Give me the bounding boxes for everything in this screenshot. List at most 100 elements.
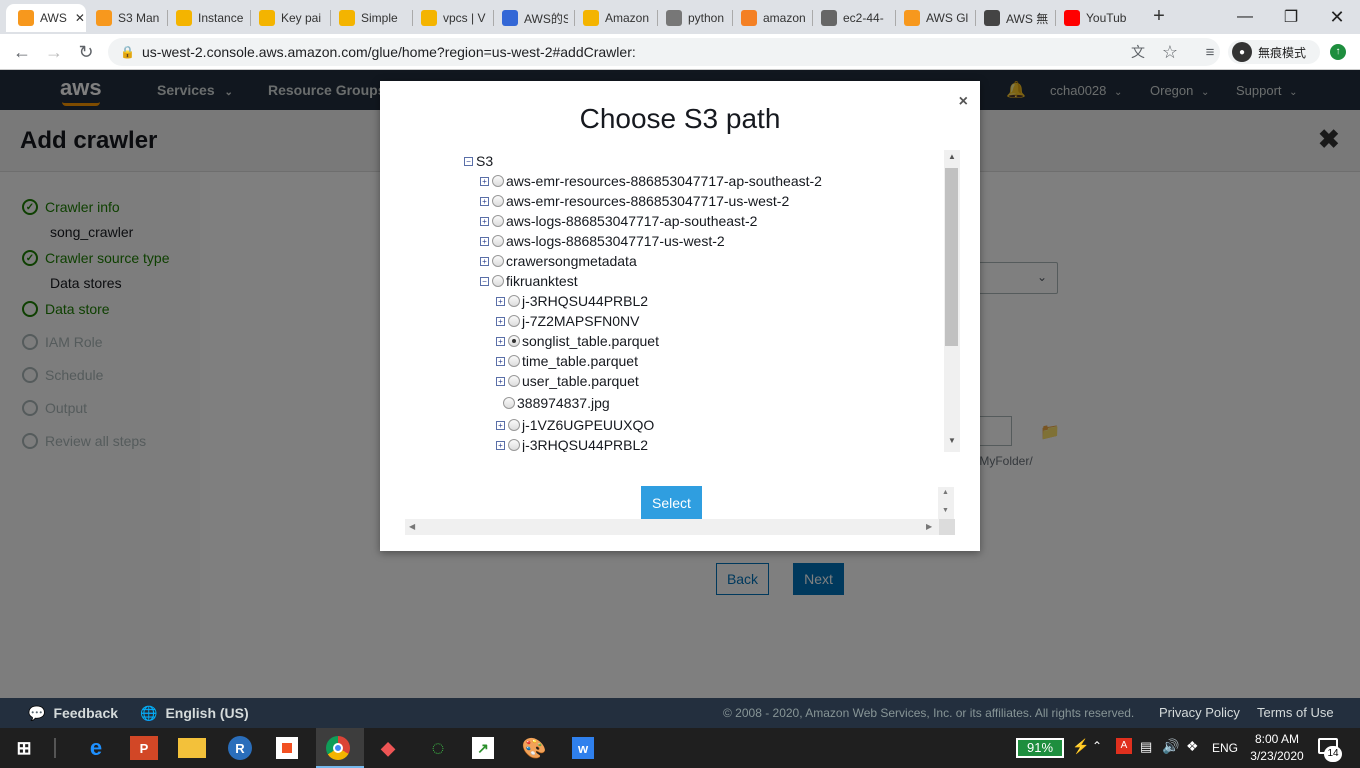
- tree-node-radio[interactable]: [492, 215, 504, 227]
- scroll-left-icon[interactable]: ◀: [409, 522, 415, 531]
- tree-node[interactable]: 388974837.jpg: [503, 395, 610, 411]
- collapse-icon[interactable]: −: [480, 276, 489, 286]
- browser-tab[interactable]: vpcs | V: [415, 4, 487, 32]
- tree-node-radio[interactable]: [492, 175, 504, 187]
- tree-node-radio[interactable]: [492, 255, 504, 267]
- scroll-down-icon[interactable]: ▼: [942, 507, 949, 514]
- browser-tab[interactable]: python: [660, 4, 726, 32]
- select-button[interactable]: Select: [641, 486, 702, 519]
- tree-node[interactable]: − fikruanktest: [480, 273, 578, 289]
- input-language[interactable]: ENG: [1212, 741, 1238, 755]
- tree-node[interactable]: + aws-logs-886853047717-us-west-2: [480, 233, 725, 249]
- tree-node[interactable]: + aws-emr-resources-886853047717-ap-south…: [480, 173, 822, 189]
- paint-icon[interactable]: 🎨: [520, 734, 548, 762]
- chrome-icon[interactable]: [326, 736, 350, 760]
- network-icon[interactable]: ▤: [1140, 739, 1152, 755]
- store-icon[interactable]: [276, 737, 298, 759]
- tree-node[interactable]: + j-3RHQSU44PRBL2: [496, 293, 648, 309]
- volume-icon[interactable]: 🔊: [1162, 738, 1179, 755]
- tree-scrollbar[interactable]: ▲ ▼: [944, 150, 960, 452]
- tree-node-radio[interactable]: [508, 335, 520, 347]
- close-icon[interactable]: ×: [959, 93, 968, 111]
- tree-node-radio[interactable]: [508, 439, 520, 451]
- browser-tab[interactable]: YouTub: [1058, 4, 1130, 32]
- back-icon[interactable]: ←: [10, 40, 34, 64]
- address-bar[interactable]: 🔒 us-west-2.console.aws.amazon.com/glue/…: [108, 38, 1220, 66]
- expand-icon[interactable]: +: [496, 440, 505, 450]
- browser-tab[interactable]: Amazon: [577, 4, 649, 32]
- browser-tab[interactable]: S3 Man: [90, 4, 162, 32]
- tree-node-label[interactable]: aws-logs-886853047717-us-west-2: [506, 233, 725, 249]
- browser-tab[interactable]: Key pai: [253, 4, 325, 32]
- windows-start-icon[interactable]: ⊞: [10, 734, 38, 762]
- expand-icon[interactable]: +: [496, 296, 505, 306]
- tree-node-label[interactable]: user_table.parquet: [522, 373, 639, 389]
- tree-node-radio[interactable]: [508, 419, 520, 431]
- expand-icon[interactable]: +: [480, 236, 489, 246]
- tree-node-label[interactable]: time_table.parquet: [522, 353, 638, 369]
- clock-date[interactable]: 3/23/2020: [1246, 749, 1308, 763]
- tree-node-radio[interactable]: [492, 195, 504, 207]
- browser-tab[interactable]: amazon: [735, 4, 807, 32]
- tree-node-radio[interactable]: [492, 235, 504, 247]
- tree-node-radio[interactable]: [508, 355, 520, 367]
- tree-node-label[interactable]: 388974837.jpg: [517, 395, 610, 411]
- forward-icon[interactable]: →: [42, 40, 66, 64]
- tree-node-label[interactable]: aws-logs-886853047717-ap-southeast-2: [506, 213, 757, 229]
- expand-icon[interactable]: +: [496, 420, 505, 430]
- acrobat-tray-icon[interactable]: A: [1116, 738, 1132, 754]
- chart-app-icon[interactable]: ↗: [472, 737, 494, 759]
- show-hidden-icons-chevron-up-icon[interactable]: ⌃: [1092, 739, 1102, 753]
- file-explorer-icon[interactable]: [178, 738, 206, 758]
- bookmark-star-icon[interactable]: ☆: [1158, 40, 1182, 64]
- tree-node[interactable]: + j-3RHQSU44PRBL2: [496, 437, 648, 452]
- tree-node-label[interactable]: j-3RHQSU44PRBL2: [522, 293, 648, 309]
- powerpoint-icon[interactable]: P: [130, 736, 158, 760]
- tree-node-label[interactable]: crawersongmetadata: [506, 253, 637, 269]
- minimize-button[interactable]: —: [1222, 0, 1268, 34]
- reload-icon[interactable]: ↻: [74, 40, 98, 64]
- privacy-policy-link[interactable]: Privacy Policy: [1159, 705, 1240, 720]
- battery-indicator[interactable]: 91%: [1016, 738, 1064, 758]
- dialog-scrollbar[interactable]: ▲ ▼: [938, 487, 954, 519]
- browser-tab[interactable]: ec2-44-: [815, 4, 889, 32]
- scroll-right-icon[interactable]: ▶: [926, 522, 932, 531]
- expand-icon[interactable]: +: [480, 216, 489, 226]
- tree-node-radio[interactable]: [508, 295, 520, 307]
- incognito-badge[interactable]: ● 無痕模式: [1228, 40, 1320, 64]
- clock-time[interactable]: 8:00 AM: [1250, 732, 1304, 746]
- dialog-horizontal-scrollbar[interactable]: ◀ ▶: [405, 519, 955, 535]
- dropbox-icon[interactable]: ❖: [1186, 738, 1199, 755]
- tree-node-label[interactable]: j-1VZ6UGPEUUXQO: [522, 417, 654, 433]
- tree-node-radio[interactable]: [508, 375, 520, 387]
- tree-node-radio[interactable]: [503, 397, 515, 409]
- tree-node-label[interactable]: songlist_table.parquet: [522, 333, 659, 349]
- tree-node[interactable]: + aws-emr-resources-886853047717-us-west-…: [480, 193, 789, 209]
- tree-node-label[interactable]: aws-emr-resources-886853047717-us-west-2: [506, 193, 789, 209]
- close-tab-icon[interactable]: ✕: [75, 11, 85, 25]
- scroll-down-icon[interactable]: ▼: [948, 436, 956, 445]
- expand-icon[interactable]: +: [496, 336, 505, 346]
- tree-node-radio[interactable]: [508, 315, 520, 327]
- new-tab-button[interactable]: +: [1148, 6, 1170, 28]
- scroll-thumb[interactable]: [945, 168, 958, 346]
- tree-node[interactable]: + user_table.parquet: [496, 373, 639, 389]
- tree-node-label[interactable]: j-3RHQSU44PRBL2: [522, 437, 648, 452]
- tree-node[interactable]: + time_table.parquet: [496, 353, 638, 369]
- collapse-icon[interactable]: −: [464, 156, 473, 166]
- feedback-link[interactable]: 💬 Feedback: [28, 705, 118, 722]
- tree-node[interactable]: + crawersongmetadata: [480, 253, 637, 269]
- scroll-up-icon[interactable]: ▲: [942, 489, 949, 496]
- close-window-button[interactable]: ✕: [1314, 0, 1360, 34]
- tree-node[interactable]: + j-7Z2MAPSFN0NV: [496, 313, 639, 329]
- tree-node[interactable]: − S3: [464, 153, 493, 169]
- browser-tab[interactable]: AWS的S: [496, 4, 568, 32]
- media-controls-icon[interactable]: ≡: [1198, 40, 1222, 64]
- terms-of-use-link[interactable]: Terms of Use: [1257, 705, 1334, 720]
- scroll-up-icon[interactable]: ▲: [948, 152, 956, 161]
- expand-icon[interactable]: +: [496, 376, 505, 386]
- tree-node[interactable]: + aws-logs-886853047717-ap-southeast-2: [480, 213, 757, 229]
- restore-button[interactable]: ❐: [1268, 0, 1314, 34]
- tree-node[interactable]: + songlist_table.parquet: [496, 333, 659, 349]
- tree-node-label[interactable]: aws-emr-resources-886853047717-ap-southe…: [506, 173, 822, 189]
